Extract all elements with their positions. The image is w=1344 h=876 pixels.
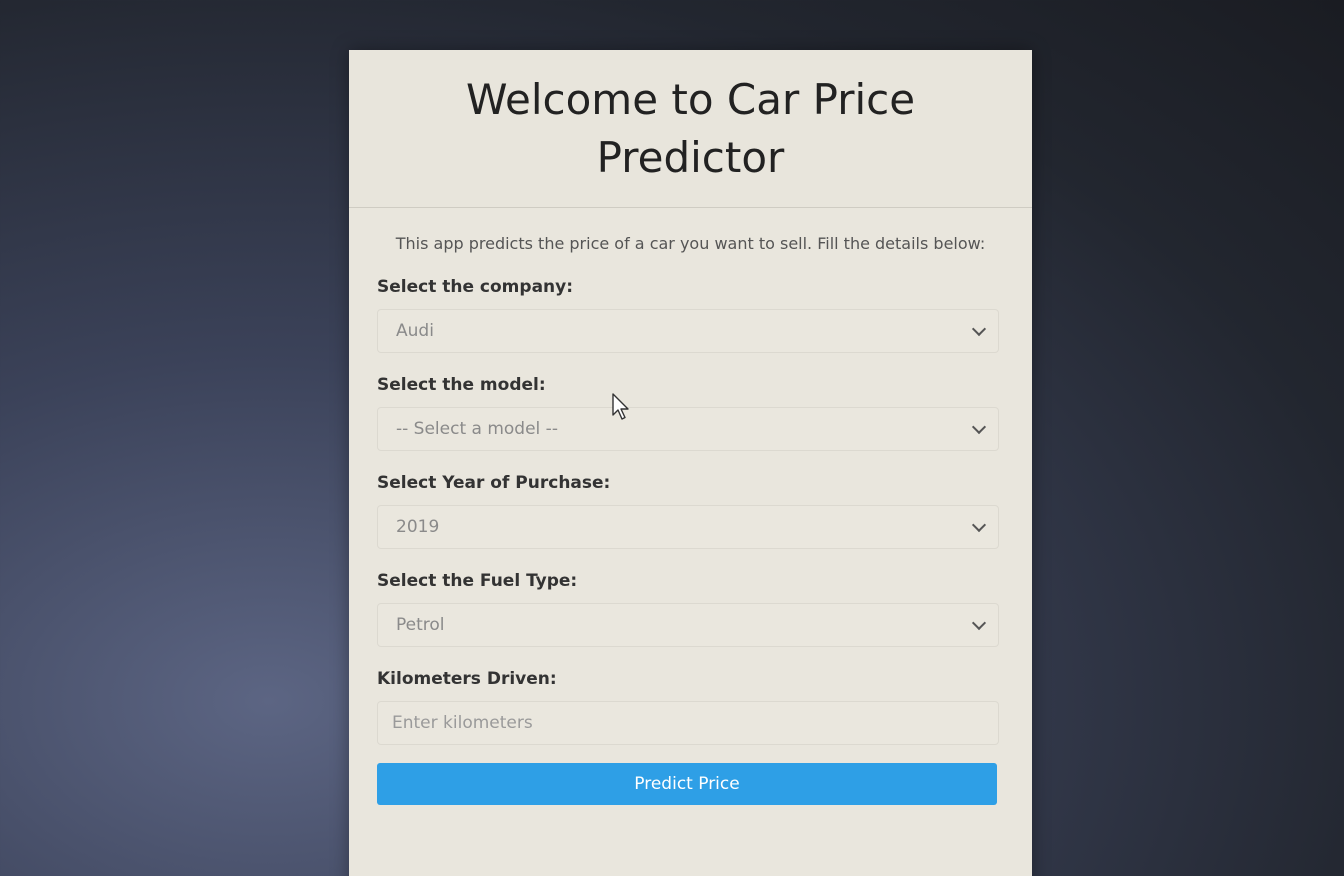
- card-header: Welcome to Car Price Predictor: [349, 50, 1032, 208]
- kilometers-input[interactable]: [377, 701, 999, 745]
- year-select[interactable]: 2019: [377, 505, 999, 549]
- fuel-select-value: Petrol: [396, 615, 445, 635]
- page-title: Welcome to Car Price Predictor: [465, 74, 916, 182]
- intro-text: This app predicts the price of a car you…: [395, 234, 986, 253]
- card-body: This app predicts the price of a car you…: [349, 208, 1032, 805]
- chevron-down-icon: [971, 321, 987, 337]
- fuel-select[interactable]: Petrol: [377, 603, 999, 647]
- predict-price-button[interactable]: Predict Price: [377, 763, 997, 805]
- year-field: Select Year of Purchase: 2019: [377, 473, 1004, 549]
- kilometers-field: Kilometers Driven:: [377, 669, 1004, 745]
- company-field: Select the company: Audi: [377, 277, 1004, 353]
- year-select-value: 2019: [396, 517, 440, 537]
- predictor-card: Welcome to Car Price Predictor This app …: [349, 50, 1032, 876]
- model-field: Select the model: -- Select a model --: [377, 375, 1004, 451]
- model-select-value: -- Select a model --: [396, 419, 558, 439]
- company-label: Select the company:: [377, 277, 574, 297]
- mouse-pointer-icon: [612, 393, 629, 420]
- model-select[interactable]: -- Select a model --: [377, 407, 999, 451]
- company-select[interactable]: Audi: [377, 309, 999, 353]
- chevron-down-icon: [971, 419, 987, 435]
- fuel-label: Select the Fuel Type:: [377, 571, 578, 591]
- company-select-value: Audi: [396, 321, 434, 341]
- year-label: Select Year of Purchase:: [377, 473, 611, 493]
- model-label: Select the model:: [377, 375, 546, 395]
- fuel-field: Select the Fuel Type: Petrol: [377, 571, 1004, 647]
- chevron-down-icon: [971, 517, 987, 533]
- kilometers-label: Kilometers Driven:: [377, 669, 557, 689]
- chevron-down-icon: [971, 615, 987, 631]
